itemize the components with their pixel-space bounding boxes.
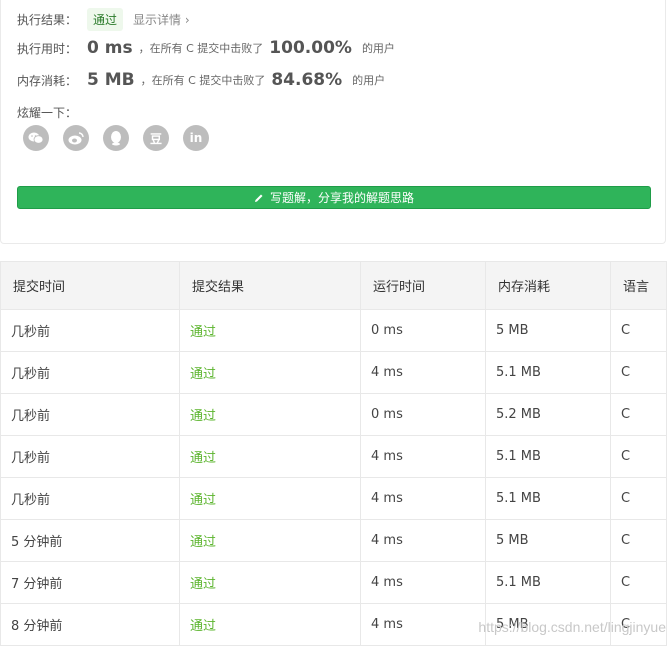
runtime-percent: 100.00% bbox=[269, 38, 352, 58]
status-badge: 通过 bbox=[87, 8, 124, 31]
cell-memory: 5.1 MB bbox=[485, 561, 611, 604]
memory-prefix: ，在所有 C 提交中击败了 bbox=[140, 74, 266, 87]
weibo-icon[interactable] bbox=[63, 125, 89, 151]
cell-runtime: 4 ms bbox=[360, 561, 486, 604]
cell-language: C bbox=[610, 477, 667, 520]
show-details-link[interactable]: 显示详情 › bbox=[133, 11, 190, 28]
cell-memory: 5.1 MB bbox=[485, 477, 611, 520]
runtime-prefix: ，在所有 C 提交中击败了 bbox=[138, 42, 264, 55]
result-card: 执行结果： 通过 显示详情 › 执行用时： 0 ms ，在所有 C 提交中击败了… bbox=[0, 0, 666, 244]
cell-runtime: 0 ms bbox=[360, 309, 486, 352]
share-label: 炫耀一下： bbox=[17, 106, 78, 120]
cell-memory: 5.1 MB bbox=[485, 435, 611, 478]
runtime-label: 执行用时： bbox=[17, 41, 78, 56]
douban-icon[interactable]: 豆 bbox=[143, 125, 169, 151]
cell-time: 几秒前 bbox=[0, 435, 180, 478]
linkedin-glyph: in bbox=[189, 131, 203, 145]
memory-percent: 84.68% bbox=[271, 70, 343, 90]
cell-runtime: 4 ms bbox=[360, 477, 486, 520]
share-row: 炫耀一下： bbox=[17, 104, 77, 121]
cell-language: C bbox=[610, 393, 667, 436]
table-row: 几秒前 通过 0 ms 5.2 MB C bbox=[0, 393, 667, 436]
table-row: 5 分钟前 通过 4 ms 5 MB C bbox=[0, 519, 667, 562]
cell-runtime: 4 ms bbox=[360, 435, 486, 478]
write-solution-label: 写题解，分享我的解题思路 bbox=[269, 191, 414, 205]
header-memory: 内存消耗 bbox=[485, 261, 611, 310]
header-language: 语言 bbox=[610, 261, 667, 310]
cell-language: C bbox=[610, 561, 667, 604]
cell-result-link[interactable]: 通过 bbox=[179, 309, 361, 352]
result-label: 执行结果： bbox=[17, 13, 78, 27]
cell-time: 7 分钟前 bbox=[0, 561, 180, 604]
cell-runtime: 4 ms bbox=[360, 519, 486, 562]
submissions-table: 提交时间 提交结果 运行时间 内存消耗 语言 几秒前 通过 0 ms 5 MB … bbox=[0, 261, 667, 646]
cell-language: C bbox=[610, 351, 667, 394]
cell-language: C bbox=[610, 309, 667, 352]
table-row: 几秒前 通过 0 ms 5 MB C bbox=[0, 309, 667, 352]
qq-icon[interactable] bbox=[103, 125, 129, 151]
cell-memory: 5.1 MB bbox=[485, 351, 611, 394]
watermark: https://blog.csdn.net/lingjinyue bbox=[478, 619, 666, 635]
cell-runtime: 4 ms bbox=[360, 603, 486, 646]
runtime-value: 0 ms bbox=[87, 38, 133, 58]
cell-time: 几秒前 bbox=[0, 393, 180, 436]
cell-result-link[interactable]: 通过 bbox=[179, 351, 361, 394]
cell-result-link[interactable]: 通过 bbox=[179, 393, 361, 436]
cell-result-link[interactable]: 通过 bbox=[179, 435, 361, 478]
cell-result-link[interactable]: 通过 bbox=[179, 561, 361, 604]
table-row: 几秒前 通过 4 ms 5.1 MB C bbox=[0, 435, 667, 478]
header-runtime: 运行时间 bbox=[360, 261, 486, 310]
memory-value: 5 MB bbox=[87, 70, 135, 90]
weibo-glyph bbox=[68, 132, 84, 145]
wechat-icon[interactable] bbox=[23, 125, 49, 151]
result-row: 执行结果： 通过 显示详情 › bbox=[17, 8, 190, 31]
cell-time: 5 分钟前 bbox=[0, 519, 180, 562]
cell-result-link[interactable]: 通过 bbox=[179, 519, 361, 562]
cell-time: 几秒前 bbox=[0, 309, 180, 352]
douban-glyph: 豆 bbox=[149, 131, 162, 146]
cell-time: 8 分钟前 bbox=[0, 603, 180, 646]
cell-memory: 5 MB bbox=[485, 309, 611, 352]
table-header-row: 提交时间 提交结果 运行时间 内存消耗 语言 bbox=[0, 261, 667, 310]
cell-runtime: 0 ms bbox=[360, 393, 486, 436]
wechat-glyph bbox=[28, 132, 44, 144]
linkedin-icon[interactable]: in bbox=[183, 125, 209, 151]
memory-row: 内存消耗： 5 MB ，在所有 C 提交中击败了 84.68% 的用户 bbox=[17, 70, 385, 90]
cell-language: C bbox=[610, 435, 667, 478]
cell-result-link[interactable]: 通过 bbox=[179, 603, 361, 646]
cell-memory: 5.2 MB bbox=[485, 393, 611, 436]
cell-runtime: 4 ms bbox=[360, 351, 486, 394]
write-solution-button[interactable]: 写题解，分享我的解题思路 bbox=[17, 186, 651, 209]
table-row: 几秒前 通过 4 ms 5.1 MB C bbox=[0, 351, 667, 394]
header-submit-result: 提交结果 bbox=[179, 261, 361, 310]
table-row: 几秒前 通过 4 ms 5.1 MB C bbox=[0, 477, 667, 520]
cell-result-link[interactable]: 通过 bbox=[179, 477, 361, 520]
memory-suffix: 的用户 bbox=[352, 74, 386, 87]
share-icons: 豆 in bbox=[23, 125, 223, 151]
runtime-suffix: 的用户 bbox=[361, 42, 395, 55]
memory-label: 内存消耗： bbox=[17, 73, 78, 88]
cell-time: 几秒前 bbox=[0, 477, 180, 520]
cell-memory: 5 MB bbox=[485, 519, 611, 562]
cell-time: 几秒前 bbox=[0, 351, 180, 394]
pencil-icon bbox=[254, 193, 264, 203]
runtime-row: 执行用时： 0 ms ，在所有 C 提交中击败了 100.00% 的用户 bbox=[17, 38, 395, 58]
qq-glyph bbox=[111, 131, 121, 146]
header-submit-time: 提交时间 bbox=[0, 261, 180, 310]
table-row: 7 分钟前 通过 4 ms 5.1 MB C bbox=[0, 561, 667, 604]
cell-language: C bbox=[610, 519, 667, 562]
